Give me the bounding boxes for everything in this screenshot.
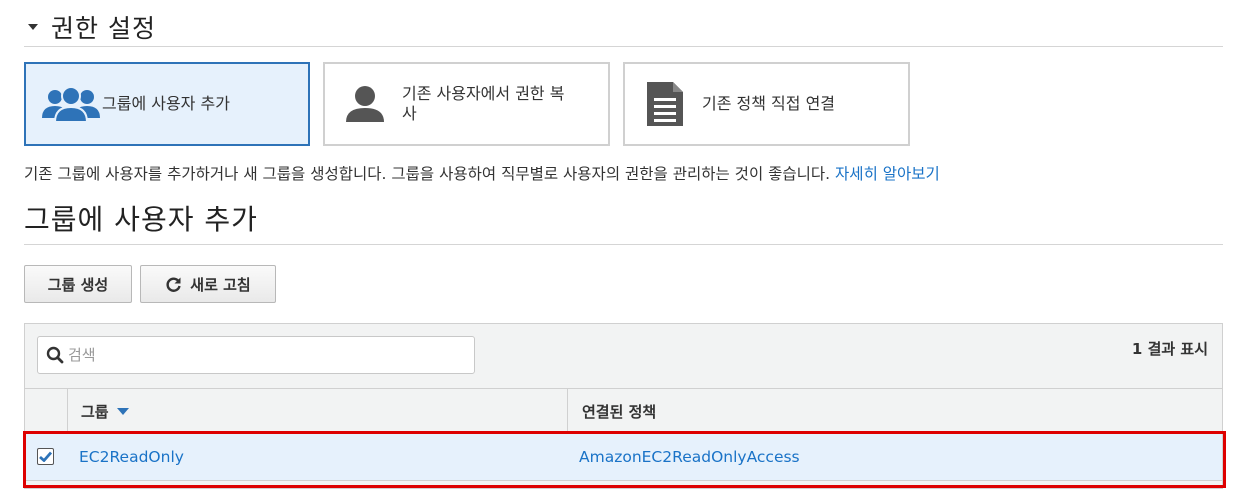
caret-down-icon[interactable] xyxy=(28,24,38,30)
option-copy-permissions[interactable]: 기존 사용자에서 권한 복 사 xyxy=(323,62,610,146)
option-label-line2: 사 xyxy=(402,104,417,123)
user-icon xyxy=(345,84,385,124)
description: 기존 그룹에 사용자를 추가하거나 새 그룹을 생성합니다. 그룹을 사용하여 … xyxy=(24,162,940,184)
result-count: 1 결과 표시 xyxy=(1131,340,1208,358)
column-header-group[interactable]: 그룹 xyxy=(67,389,567,434)
sort-desc-icon[interactable] xyxy=(116,408,129,415)
add-to-group-header: 그룹에 사용자 추가 xyxy=(24,198,1223,245)
search-input[interactable] xyxy=(64,339,474,371)
users-group-icon xyxy=(41,84,101,124)
option-label: 기존 사용자에서 권한 복 사 xyxy=(402,84,564,124)
checkmark-icon xyxy=(39,451,52,462)
refresh-icon xyxy=(165,276,182,293)
refresh-label: 새로 고침 xyxy=(190,275,251,294)
row-checkbox[interactable] xyxy=(37,448,54,465)
groups-table: 1 결과 표시 그룹 연결된 정책 EC2ReadOnly AmazonEC2R… xyxy=(24,323,1223,489)
learn-more-link[interactable]: 자세히 알아보기 xyxy=(835,165,940,183)
policy-link[interactable]: AmazonEC2ReadOnlyAccess xyxy=(579,448,800,466)
document-icon xyxy=(645,82,685,126)
column-header-policy[interactable]: 연결된 정책 xyxy=(567,389,1222,434)
policy-cell: AmazonEC2ReadOnlyAccess xyxy=(579,433,800,480)
option-label-line1: 기존 사용자에서 권한 복 xyxy=(402,84,565,103)
option-label: 기존 정책 직접 연결 xyxy=(702,94,836,113)
search-box[interactable] xyxy=(37,336,475,374)
option-add-user-to-group[interactable]: 그룹에 사용자 추가 xyxy=(24,62,310,146)
create-group-button[interactable]: 그룹 생성 xyxy=(24,265,132,303)
option-attach-policies[interactable]: 기존 정책 직접 연결 xyxy=(623,62,910,146)
group-cell: EC2ReadOnly xyxy=(79,433,184,480)
search-icon xyxy=(46,346,64,364)
group-link[interactable]: EC2ReadOnly xyxy=(79,448,184,466)
column-header-label: 그룹 xyxy=(81,403,109,421)
option-label: 그룹에 사용자 추가 xyxy=(102,94,230,113)
column-header-label: 연결된 정책 xyxy=(582,403,657,421)
row-checkbox-cell[interactable] xyxy=(37,433,61,480)
sub-title: 그룹에 사용자 추가 xyxy=(24,203,258,236)
refresh-button[interactable]: 새로 고침 xyxy=(140,265,276,303)
section-title: 권한 설정 xyxy=(51,14,156,43)
description-text: 기존 그룹에 사용자를 추가하거나 새 그룹을 생성합니다. 그룹을 사용하여 … xyxy=(24,165,831,183)
permissions-section-header[interactable]: 권한 설정 xyxy=(24,8,1223,47)
table-row[interactable]: EC2ReadOnly AmazonEC2ReadOnlyAccess xyxy=(25,433,1222,481)
table-header: 그룹 연결된 정책 xyxy=(25,388,1222,435)
create-group-label: 그룹 생성 xyxy=(47,275,109,294)
column-divider xyxy=(67,389,68,434)
